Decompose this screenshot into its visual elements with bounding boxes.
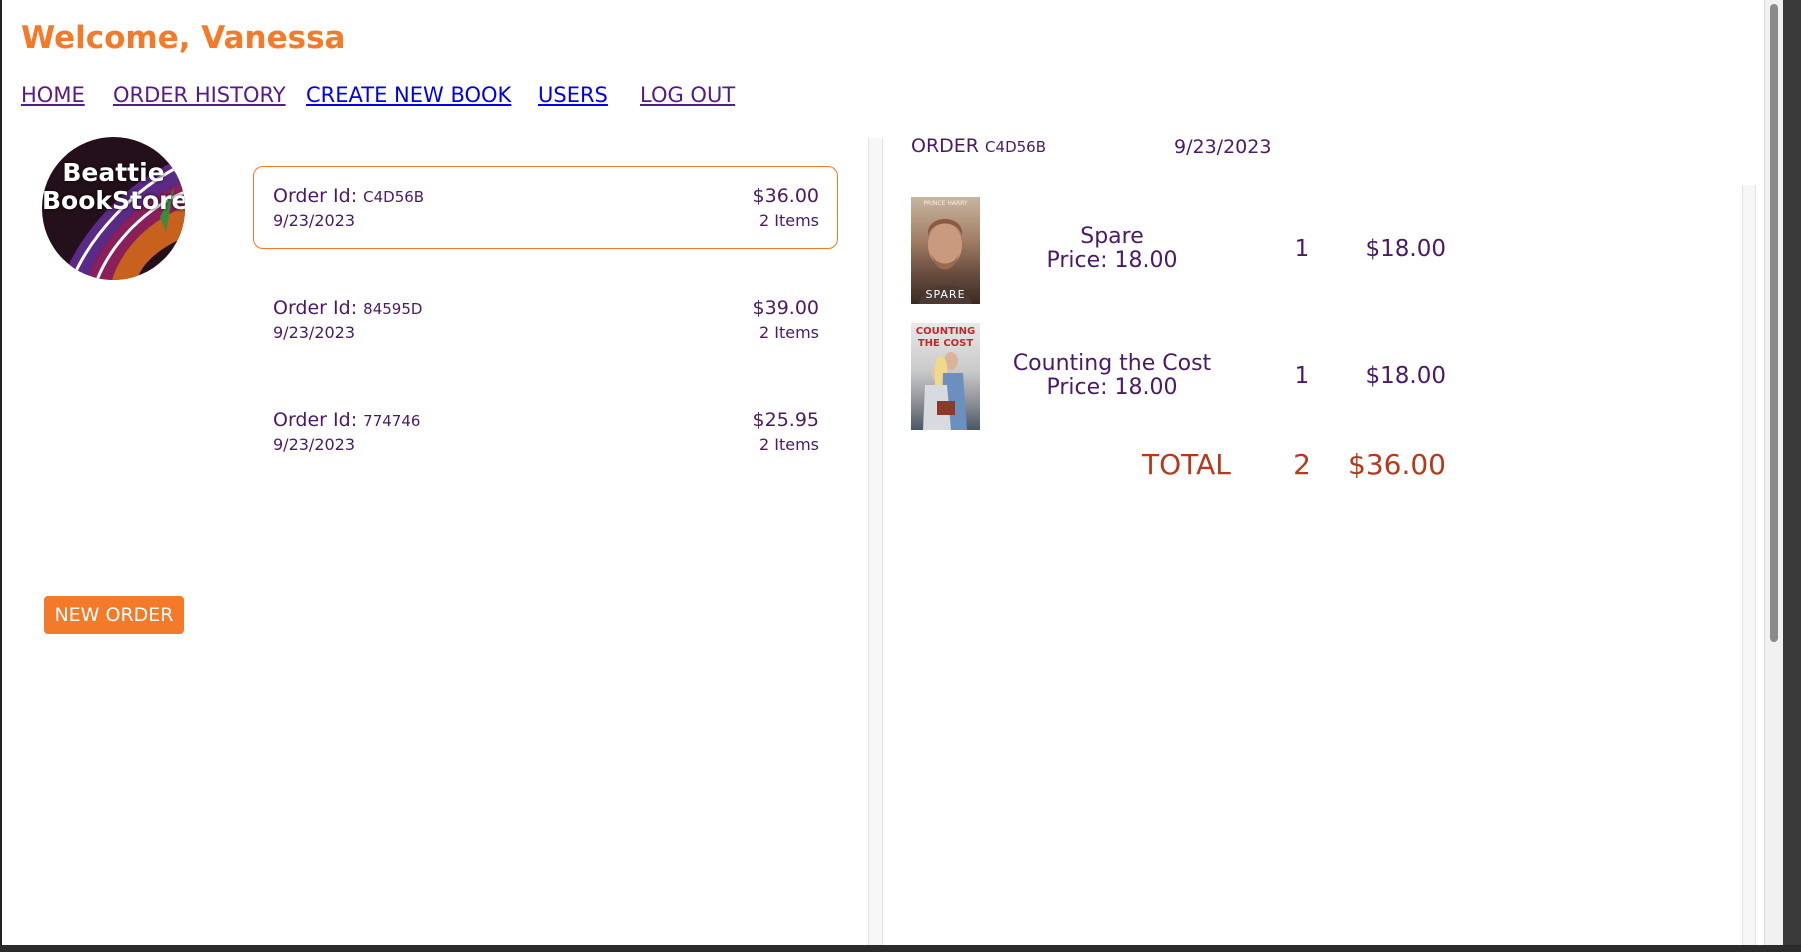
- nav-order-history-link[interactable]: ORDER HISTORY: [113, 83, 286, 107]
- line-item-total: $18.00: [1365, 363, 1446, 389]
- scrollbar-thumb[interactable]: [1770, 4, 1778, 642]
- new-order-button[interactable]: NEW ORDER: [44, 596, 184, 634]
- order-total-qty: 2: [1293, 448, 1311, 481]
- order-detail-code: C4D56B: [985, 138, 1046, 156]
- order-detail-label: ORDER: [911, 135, 979, 157]
- order-items-count: 2 Items: [758, 435, 819, 454]
- order-id-label: Order Id:: [273, 297, 358, 319]
- order-id: Order Id: 84595D: [273, 297, 422, 319]
- logo-text-line2: BookStore: [42, 186, 185, 215]
- nav-home-link[interactable]: HOME: [21, 83, 85, 107]
- order-detail-title: ORDER C4D56B: [911, 135, 1046, 157]
- order-total: $25.95: [752, 409, 819, 431]
- book-cover-title: SPARE: [925, 288, 966, 301]
- panel-divider-right: [1742, 185, 1756, 945]
- book-cover-image: COUNTING THE COST: [911, 323, 980, 430]
- order-card[interactable]: Order Id: C4D56B 9/23/2023 $36.00 2 Item…: [253, 166, 838, 249]
- order-date: 9/23/2023: [273, 211, 356, 230]
- nav-users-link[interactable]: USERS: [538, 83, 608, 107]
- book-cover-photo: [923, 352, 967, 430]
- line-item-title: Spare: [1080, 224, 1144, 249]
- nav-create-new-book-link[interactable]: CREATE NEW BOOK: [306, 83, 511, 107]
- order-items-count: 2 Items: [758, 323, 819, 342]
- order-date: 9/23/2023: [273, 323, 356, 342]
- order-id: Order Id: C4D56B: [273, 185, 424, 207]
- app-window: Welcome, Vanessa HOME ORDER HISTORY CREA…: [0, 0, 1783, 945]
- welcome-heading: Welcome, Vanessa: [21, 20, 346, 56]
- order-items-count: 2 Items: [758, 211, 819, 230]
- order-total-amount: $36.00: [1348, 448, 1446, 481]
- book-cover-image: PRINCE HARRY SPARE: [911, 197, 980, 304]
- order-total: $39.00: [752, 297, 819, 319]
- order-card[interactable]: Order Id: 84595D 9/23/2023 $39.00 2 Item…: [253, 278, 838, 361]
- line-item-title: Counting the Cost: [1012, 351, 1212, 376]
- line-item-name: Counting the Cost Price: 18.00: [980, 352, 1244, 400]
- bookstore-logo: Beattie BookStore: [42, 137, 185, 280]
- order-detail-date: 9/23/2023: [1174, 136, 1272, 158]
- logo-text-line1: Beattie: [62, 158, 165, 187]
- logo-text: Beattie BookStore: [42, 159, 185, 215]
- line-item-qty: 1: [1294, 363, 1310, 389]
- order-card[interactable]: Order Id: 774746 9/23/2023 $25.95 2 Item…: [253, 390, 838, 473]
- nav-log-out-link[interactable]: LOG OUT: [640, 83, 735, 107]
- line-item-qty: 1: [1294, 236, 1310, 262]
- vertical-scrollbar[interactable]: [1764, 0, 1783, 945]
- taskbar-strip: [0, 945, 1801, 952]
- order-id-label: Order Id:: [273, 409, 358, 431]
- panel-divider-left: [868, 138, 883, 945]
- order-id: Order Id: 774746: [273, 409, 420, 431]
- order-total: $36.00: [752, 185, 819, 207]
- order-total-label: TOTAL: [1142, 448, 1231, 481]
- line-item-price: Price: 18.00: [1046, 375, 1178, 400]
- line-item-total: $18.00: [1365, 236, 1446, 262]
- order-date: 9/23/2023: [273, 435, 356, 454]
- line-item-name: Spare Price: 18.00: [980, 225, 1244, 273]
- order-id-code: 84595D: [363, 300, 423, 318]
- order-id-code: 774746: [363, 412, 421, 430]
- order-id-code: C4D56B: [363, 188, 425, 206]
- line-item-price: Price: 18.00: [1046, 248, 1178, 273]
- order-id-label: Order Id:: [273, 185, 358, 207]
